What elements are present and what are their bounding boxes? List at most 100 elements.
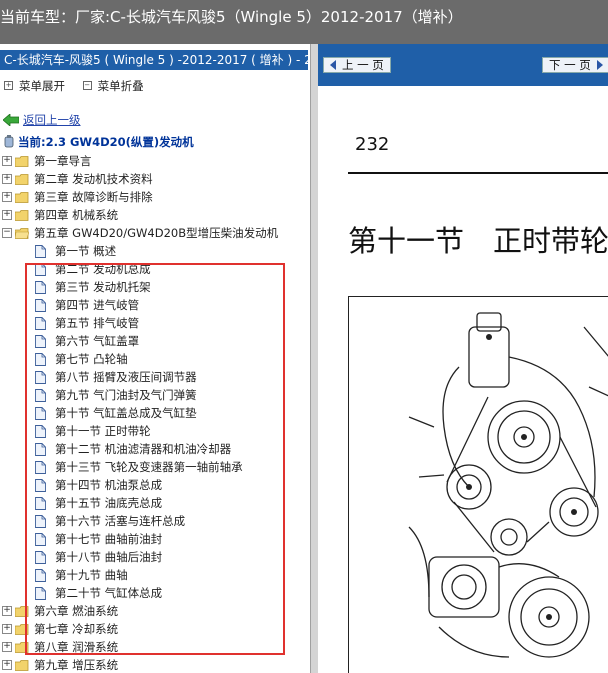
section-item[interactable]: 第十四节 机油泵总成 — [0, 476, 308, 494]
section-item[interactable]: 第八节 摇臂及液压间调节器 — [0, 368, 308, 386]
expand-icon: + — [4, 81, 13, 90]
tree-node-chapter-6[interactable]: + 第六章 燃油系统 — [0, 602, 308, 620]
section-item[interactable]: 第三节 发动机托架 — [0, 278, 308, 296]
section-label: 第七节 凸轮轴 — [55, 352, 128, 366]
engine-illustration — [408, 312, 608, 658]
tree-node-chapter-5[interactable]: − 第五章 GW4D20/GW4D20B型增压柴油发动机 — [0, 224, 308, 242]
tree-node-label: 第三章 故障诊断与排除 — [34, 190, 153, 204]
tree-node-label: 第一章导言 — [34, 154, 92, 168]
section-label: 第十五节 油底壳总成 — [55, 496, 163, 510]
section-item[interactable]: 第七节 凸轮轴 — [0, 350, 308, 368]
prev-page-label: 上 一 页 — [342, 57, 384, 72]
section-label: 第八节 摇臂及液压间调节器 — [55, 370, 197, 384]
section-item[interactable]: 第十七节 曲轴前油封 — [0, 530, 308, 548]
section-item[interactable]: 第九节 气门油封及气门弹簧 — [0, 386, 308, 404]
sidebar-header-text: C-长城汽车-风骏5 ( Wingle 5 ) -2012-2017 ( 增补 … — [4, 53, 308, 67]
document-icon — [35, 496, 46, 510]
tree-node-label: 第二章 发动机技术资料 — [34, 172, 153, 186]
tree-actions: + 菜单展开 − 菜单折叠 — [0, 76, 308, 94]
section-item[interactable]: 第二节 发动机总成 — [0, 260, 308, 278]
expand-toggle-icon[interactable]: + — [2, 210, 12, 220]
section-item[interactable]: 第十六节 活塞与连杆总成 — [0, 512, 308, 530]
section-item[interactable]: 第十二节 机油滤清器和机油冷却器 — [0, 440, 308, 458]
expand-toggle-icon[interactable]: + — [2, 624, 12, 634]
document-icon — [35, 298, 46, 312]
prev-page-button[interactable]: 上 一 页 — [323, 57, 391, 73]
expand-toggle-icon[interactable]: + — [2, 606, 12, 616]
tree-node-label: 第七章 冷却系统 — [34, 622, 119, 636]
tree-node-label: 第四章 机械系统 — [34, 208, 119, 222]
arrow-left-icon — [330, 60, 336, 70]
document-icon — [35, 442, 46, 456]
section-item[interactable]: 第六节 气缸盖罩 — [0, 332, 308, 350]
section-label: 第十九节 曲轴 — [55, 568, 128, 582]
chapter-tree: + 第一章导言 + 第二章 发动机技术资料 + 第三章 故障诊断与排除 + 第四… — [0, 152, 308, 673]
expand-toggle-icon[interactable]: + — [2, 192, 12, 202]
folder-icon — [15, 191, 29, 203]
document-icon — [35, 586, 46, 600]
document-icon — [35, 460, 46, 474]
section-item[interactable]: 第四节 进气岐管 — [0, 296, 308, 314]
expand-all-button[interactable]: + 菜单展开 — [4, 78, 65, 94]
panel-splitter[interactable] — [310, 44, 318, 673]
section-label: 第二节 发动机总成 — [55, 262, 151, 276]
document-icon — [35, 352, 46, 366]
section-label: 第十四节 机油泵总成 — [55, 478, 163, 492]
document-icon — [35, 262, 46, 276]
tree-node-chapter-1[interactable]: + 第一章导言 — [0, 152, 308, 170]
document-icon — [35, 424, 46, 438]
section-item[interactable]: 第十八节 曲轴后油封 — [0, 548, 308, 566]
next-page-label: 下 一 页 — [549, 57, 591, 72]
section-label: 第十六节 活塞与连杆总成 — [55, 514, 186, 528]
expand-toggle-icon[interactable]: + — [2, 156, 12, 166]
section-label: 第六节 气缸盖罩 — [55, 334, 140, 348]
folder-icon — [15, 605, 29, 617]
section-label: 第三节 发动机托架 — [55, 280, 151, 294]
section-label: 第十三节 飞轮及变速器第一轴前轴承 — [55, 460, 243, 474]
tree-node-label: 第五章 GW4D20/GW4D20B型增压柴油发动机 — [34, 226, 279, 240]
page-nav-bar: 上 一 页 下 一 页 — [318, 44, 608, 86]
tree-node-chapter-4[interactable]: + 第四章 机械系统 — [0, 206, 308, 224]
section-item[interactable]: 第十一节 正时带轮 — [0, 422, 308, 440]
tree-node-chapter-7[interactable]: + 第七章 冷却系统 — [0, 620, 308, 638]
section-item[interactable]: 第二十节 气缸体总成 — [0, 584, 308, 602]
folder-icon — [15, 623, 29, 635]
document-icon — [35, 532, 46, 546]
collapse-all-button[interactable]: − 菜单折叠 — [82, 78, 144, 94]
tree-node-label: 第九章 增压系统 — [34, 658, 119, 672]
header-rule — [348, 172, 608, 174]
tree-node-label: 第六章 燃油系统 — [34, 604, 119, 618]
collapse-icon: − — [82, 81, 92, 90]
expand-toggle-icon[interactable]: + — [2, 642, 12, 652]
section-item[interactable]: 第十节 气缸盖总成及气缸垫 — [0, 404, 308, 422]
tree-node-chapter-9[interactable]: + 第九章 增压系统 — [0, 656, 308, 673]
section-item[interactable]: 第五节 排气岐管 — [0, 314, 308, 332]
collapse-toggle-icon[interactable]: − — [2, 228, 12, 238]
tree-node-label: 第八章 润滑系统 — [34, 640, 119, 654]
expand-all-label: 菜单展开 — [19, 78, 65, 93]
document-icon — [35, 406, 46, 420]
folder-icon — [15, 641, 29, 653]
document-icon — [35, 280, 46, 294]
document-icon — [35, 334, 46, 348]
next-page-button[interactable]: 下 一 页 — [542, 57, 608, 73]
expand-toggle-icon[interactable]: + — [2, 660, 12, 670]
section-item[interactable]: 第十九节 曲轴 — [0, 566, 308, 584]
back-link[interactable]: 返回上一级 — [0, 112, 81, 128]
section-item[interactable]: 第十三节 飞轮及变速器第一轴前轴承 — [0, 458, 308, 476]
document-icon — [35, 244, 46, 258]
folder-icon — [15, 659, 29, 671]
section-label: 第十八节 曲轴后油封 — [55, 550, 163, 564]
section-label: 第十一节 正时带轮 — [55, 424, 151, 438]
section-item[interactable]: 第一节 概述 — [0, 242, 308, 260]
folder-icon — [15, 173, 29, 185]
expand-toggle-icon[interactable]: + — [2, 174, 12, 184]
tree-node-chapter-2[interactable]: + 第二章 发动机技术资料 — [0, 170, 308, 188]
section-item[interactable]: 第十五节 油底壳总成 — [0, 494, 308, 512]
current-node-label: 当前:2.3 GW4D20(纵置)发动机 — [18, 135, 194, 149]
tree-node-chapter-3[interactable]: + 第三章 故障诊断与排除 — [0, 188, 308, 206]
back-arrow-icon — [3, 114, 19, 126]
tree-node-chapter-8[interactable]: + 第八章 润滑系统 — [0, 638, 308, 656]
open-folder-icon — [15, 227, 29, 239]
section-label: 第四节 进气岐管 — [55, 298, 140, 312]
